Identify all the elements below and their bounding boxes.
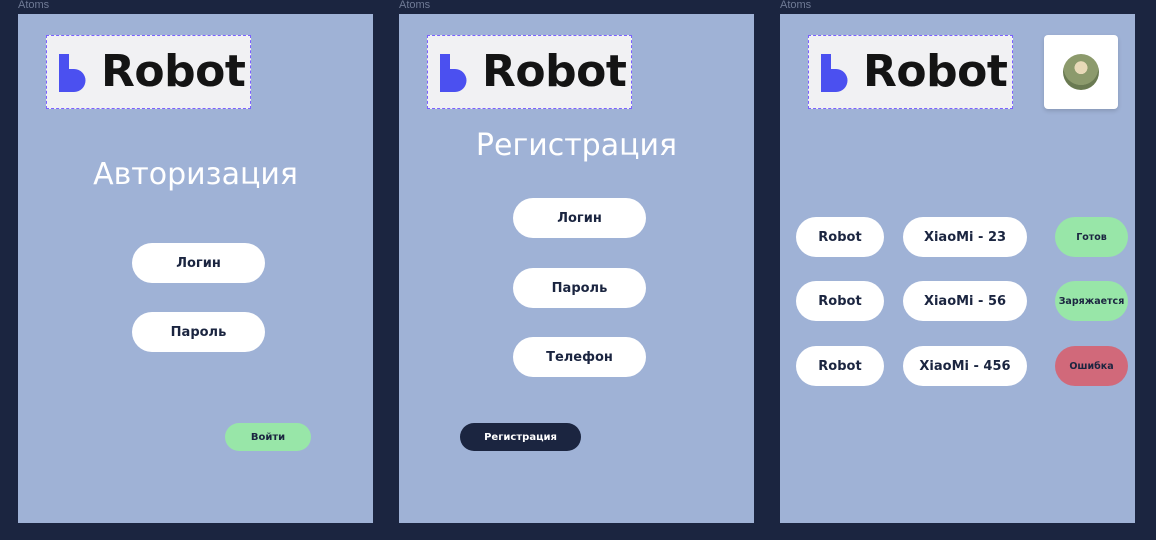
robot-name[interactable]: Robot xyxy=(796,281,884,321)
robot-model[interactable]: XiaoMi - 23 xyxy=(903,217,1027,257)
logo-text: Robot xyxy=(863,46,1008,97)
logo-mark-icon xyxy=(821,54,848,92)
logo: Robot xyxy=(808,35,1013,109)
robot-name[interactable]: Robot xyxy=(796,217,884,257)
status-badge: Ошибка xyxy=(1055,346,1128,386)
login-field[interactable]: Логин xyxy=(513,198,646,238)
robot-model[interactable]: XiaoMi - 456 xyxy=(903,346,1027,386)
logo-text: Robot xyxy=(101,46,246,97)
frame-label-register: Atoms xyxy=(399,0,431,11)
logo: Robot xyxy=(46,35,251,109)
logo: Robot xyxy=(427,35,632,109)
login-screen: Robot Авторизация Логин Пароль Войти xyxy=(18,14,373,523)
password-field[interactable]: Пароль xyxy=(132,312,265,352)
login-title: Авторизация xyxy=(93,157,298,192)
profile-card[interactable] xyxy=(1044,35,1118,109)
frame-label-login: Atoms xyxy=(18,0,50,11)
status-badge: Готов xyxy=(1055,217,1128,257)
logo-text: Robot xyxy=(482,46,627,97)
login-field[interactable]: Логин xyxy=(132,243,265,283)
frame-label-robots: Atoms xyxy=(780,0,812,11)
login-button[interactable]: Войти xyxy=(225,423,311,451)
robot-model[interactable]: XiaoMi - 56 xyxy=(903,281,1027,321)
register-screen: Robot Регистрация Логин Пароль Телефон Р… xyxy=(399,14,754,523)
password-field[interactable]: Пароль xyxy=(513,268,646,308)
robots-screen: Robot Robot XiaoMi - 23 Готов Robot Xiao… xyxy=(780,14,1135,523)
status-badge: Заряжается xyxy=(1055,281,1128,321)
phone-field[interactable]: Телефон xyxy=(513,337,646,377)
register-button[interactable]: Регистрация xyxy=(460,423,581,451)
robot-name[interactable]: Robot xyxy=(796,346,884,386)
avatar xyxy=(1063,54,1099,90)
logo-mark-icon xyxy=(59,54,86,92)
register-title: Регистрация xyxy=(475,128,678,163)
logo-mark-icon xyxy=(440,54,467,92)
